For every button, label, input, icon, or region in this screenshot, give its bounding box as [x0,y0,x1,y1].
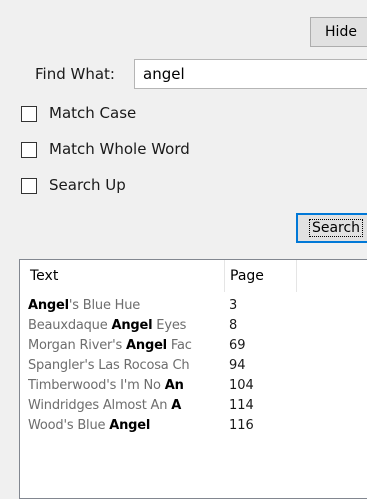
result-page: 8 [229,318,238,333]
match-case-label: Match Case [49,104,137,122]
result-page: 69 [229,338,246,353]
hide-button[interactable]: Hide [310,17,367,47]
result-row[interactable]: Angel's Blue Hue 3 [20,296,367,316]
match-case-checkbox[interactable] [21,106,37,122]
result-text-before: Beauxdaque [28,318,112,333]
result-page: 3 [229,298,238,313]
result-text-match: A [171,398,182,413]
match-whole-word-checkbox[interactable] [21,142,37,158]
results-list[interactable]: Text Page Angel's Blue Hue 3 Beauxdaque An… [19,259,367,499]
result-text: Morgan River's Angel Fac [28,336,224,356]
find-what-label: Find What: [35,65,115,83]
result-text-after: 's Blue Hue [68,298,141,313]
result-row[interactable]: Wood's Blue Angel 116 [20,416,367,436]
result-text-after: Eyes [152,318,187,333]
result-text: Spangler's Las Rocosa Ch [28,356,224,376]
result-page: 114 [229,398,254,413]
result-text: Timberwood's I'm No An [28,376,224,396]
search-up-checkbox[interactable] [21,178,37,194]
result-text-match: Angel [111,318,153,333]
result-text: Windridges Almost An A [28,396,224,416]
search-up-label: Search Up [49,176,126,194]
column-header-text[interactable]: Text [20,260,225,292]
result-text-before: Wood's Blue [28,418,110,433]
search-button[interactable]: Search [296,213,367,243]
result-text: Angel's Blue Hue [28,296,224,316]
result-text-match: An [164,378,184,393]
result-text: Beauxdaque Angel Eyes [28,316,224,336]
result-row[interactable]: Morgan River's Angel Fac 69 [20,336,367,356]
result-row[interactable]: Spangler's Las Rocosa Ch 94 [20,356,367,376]
result-page: 94 [229,358,246,373]
match-whole-word-label: Match Whole Word [49,140,190,158]
result-row[interactable]: Windridges Almost An A 114 [20,396,367,416]
result-page: 116 [229,418,254,433]
result-page: 104 [229,378,254,393]
result-text-before: Morgan River's [28,338,127,353]
result-text-match: Angel [109,418,151,433]
column-header-page[interactable]: Page [225,260,297,292]
result-text-before: Spangler's Las Rocosa Ch [28,358,190,373]
result-row[interactable]: Beauxdaque Angel Eyes 8 [20,316,367,336]
result-row[interactable]: Timberwood's I'm No An 104 [20,376,367,396]
result-text: Wood's Blue Angel [28,416,224,436]
result-text-after: Fac [166,338,192,353]
find-what-input[interactable] [134,59,367,89]
result-text-match: Angel [28,298,69,313]
result-text-match: Angel [126,338,167,353]
search-button-label: Search [308,219,364,237]
result-text-before: Windridges Almost An [28,398,172,413]
result-text-before: Timberwood's I'm No [28,378,165,393]
